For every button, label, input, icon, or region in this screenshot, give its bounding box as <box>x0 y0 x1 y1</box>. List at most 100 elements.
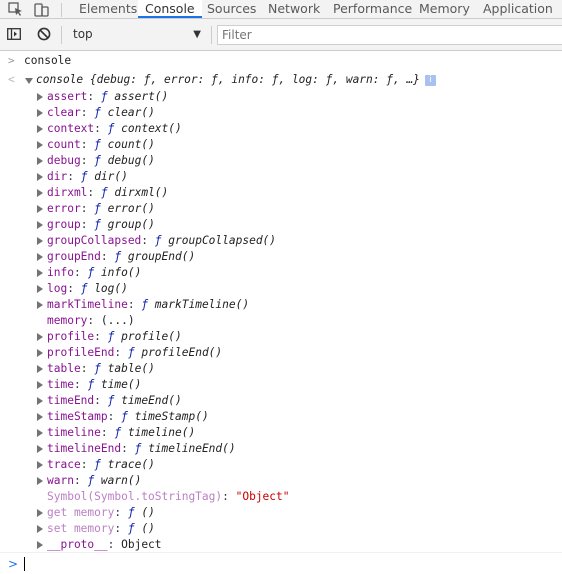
property-row[interactable]: timeStamp: ƒ timeStamp() <box>0 409 562 425</box>
expand-triangle-icon[interactable] <box>37 333 43 341</box>
context-selector[interactable]: top ▼ <box>67 24 207 45</box>
property-row[interactable]: __proto__: Object <box>0 537 562 553</box>
property-content: context: ƒ context() <box>47 121 182 137</box>
collapse-triangle-icon[interactable] <box>25 78 33 84</box>
property-content: group: ƒ group() <box>47 217 155 233</box>
property-separator: : <box>80 202 95 215</box>
inspect-element-icon[interactable] <box>8 2 24 17</box>
expand-triangle-icon[interactable] <box>37 125 43 133</box>
expand-triangle-icon[interactable] <box>37 109 43 117</box>
expand-triangle-icon[interactable] <box>37 541 43 549</box>
function-marker: ƒ <box>87 474 101 487</box>
property-key: info <box>47 266 74 279</box>
filter-input[interactable] <box>217 25 562 45</box>
expand-triangle-icon[interactable] <box>37 285 43 293</box>
property-separator: : <box>80 106 95 119</box>
expand-triangle-icon[interactable] <box>37 173 43 181</box>
property-row[interactable]: profile: ƒ profile() <box>0 329 562 345</box>
function-marker: ƒ <box>107 122 122 135</box>
property-row[interactable]: log: ƒ log() <box>0 281 562 297</box>
expand-triangle-icon[interactable] <box>37 205 43 213</box>
tab-network[interactable]: Network <box>268 0 320 18</box>
property-row[interactable]: time: ƒ time() <box>0 377 562 393</box>
property-row[interactable]: profileEnd: ƒ profileEnd() <box>0 345 562 361</box>
property-key: assert <box>47 90 88 103</box>
device-toolbar-icon[interactable] <box>34 2 50 17</box>
property-content: time: ƒ time() <box>47 377 141 393</box>
property-key: memory <box>47 314 88 327</box>
property-row[interactable]: groupCollapsed: ƒ groupCollapsed() <box>0 233 562 249</box>
property-content: log: ƒ log() <box>47 281 128 297</box>
expand-triangle-icon[interactable] <box>37 189 43 197</box>
property-row[interactable]: dirxml: ƒ dirxml() <box>0 185 562 201</box>
property-row[interactable]: context: ƒ context() <box>0 121 562 137</box>
property-separator: : <box>100 250 115 263</box>
expand-triangle-icon[interactable] <box>37 397 43 405</box>
property-row[interactable]: get memory: ƒ () <box>0 505 562 521</box>
property-key: timelineEnd <box>47 442 122 455</box>
property-row[interactable]: warn: ƒ warn() <box>0 473 562 489</box>
expand-triangle-icon[interactable] <box>37 253 43 261</box>
info-icon[interactable]: i <box>424 74 436 86</box>
property-row[interactable]: debug: ƒ debug() <box>0 153 562 169</box>
property-row[interactable]: group: ƒ group() <box>0 217 562 233</box>
show-sidebar-icon[interactable] <box>7 28 21 40</box>
expand-triangle-icon[interactable] <box>37 413 43 421</box>
property-row[interactable]: markTimeline: ƒ markTimeline() <box>0 297 562 313</box>
tab-console[interactable]: Console <box>138 0 202 18</box>
property-row[interactable]: set memory: ƒ () <box>0 521 562 537</box>
function-marker: ƒ <box>121 410 135 423</box>
tab-sources[interactable]: Sources <box>207 0 256 18</box>
expand-triangle-icon[interactable] <box>37 269 43 277</box>
property-value: profile() <box>121 330 182 343</box>
console-output: > console < console {debug: ƒ, error: ƒ,… <box>0 51 562 574</box>
tab-memory[interactable]: Memory <box>419 0 470 18</box>
property-key: dir <box>47 170 68 183</box>
expand-triangle-icon[interactable] <box>37 477 43 485</box>
function-marker: ƒ <box>114 426 128 439</box>
property-row[interactable]: assert: ƒ assert() <box>0 89 562 105</box>
expand-triangle-icon[interactable] <box>37 237 43 245</box>
property-row[interactable]: error: ƒ error() <box>0 201 562 217</box>
console-result-line[interactable]: < console {debug: ƒ, error: ƒ, info: ƒ, … <box>0 72 562 88</box>
property-row[interactable]: table: ƒ table() <box>0 361 562 377</box>
expand-triangle-icon[interactable] <box>37 349 43 357</box>
property-separator: : <box>80 154 95 167</box>
expand-triangle-icon[interactable] <box>37 381 43 389</box>
property-content: timeline: ƒ timeline() <box>47 425 195 441</box>
expand-triangle-icon[interactable] <box>37 461 43 469</box>
property-separator: : <box>94 394 108 407</box>
property-value: trace() <box>107 458 155 471</box>
text-cursor[interactable] <box>24 557 25 571</box>
expand-triangle-icon[interactable] <box>37 157 43 165</box>
property-row[interactable]: timeline: ƒ timeline() <box>0 425 562 441</box>
property-content: get memory: ƒ () <box>47 505 155 521</box>
property-row[interactable]: dir: ƒ dir() <box>0 169 562 185</box>
property-row[interactable]: groupEnd: ƒ groupEnd() <box>0 249 562 265</box>
function-marker: ƒ <box>107 394 122 407</box>
expand-triangle-icon[interactable] <box>37 93 43 101</box>
tab-performance[interactable]: Performance <box>333 0 412 18</box>
expand-triangle-icon[interactable] <box>37 509 43 517</box>
property-row[interactable]: trace: ƒ trace() <box>0 457 562 473</box>
property-row[interactable]: clear: ƒ clear() <box>0 105 562 121</box>
property-value: timelineEnd() <box>148 442 236 455</box>
property-value[interactable]: (...) <box>101 314 135 327</box>
tab-application[interactable]: Application <box>483 0 553 18</box>
tab-elements[interactable]: Elements <box>79 0 137 18</box>
property-key: dirxml <box>47 186 88 199</box>
property-row[interactable]: timeEnd: ƒ timeEnd() <box>0 393 562 409</box>
expand-triangle-icon[interactable] <box>37 525 43 533</box>
function-marker: ƒ <box>80 170 95 183</box>
expand-triangle-icon[interactable] <box>37 429 43 437</box>
expand-triangle-icon[interactable] <box>37 301 43 309</box>
property-row: Symbol(Symbol.toStringTag): "Object" <box>0 489 562 505</box>
clear-console-icon[interactable] <box>37 27 51 41</box>
property-row[interactable]: count: ƒ count() <box>0 137 562 153</box>
expand-triangle-icon[interactable] <box>37 445 43 453</box>
expand-triangle-icon[interactable] <box>37 221 43 229</box>
property-row[interactable]: timelineEnd: ƒ timelineEnd() <box>0 441 562 457</box>
property-row[interactable]: info: ƒ info() <box>0 265 562 281</box>
expand-triangle-icon[interactable] <box>37 365 43 373</box>
expand-triangle-icon[interactable] <box>37 141 43 149</box>
